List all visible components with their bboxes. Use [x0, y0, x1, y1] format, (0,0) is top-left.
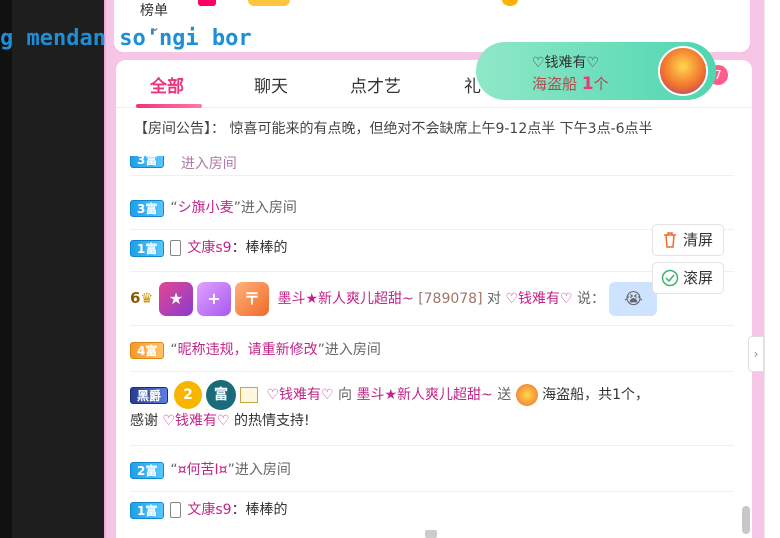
level-number: 6: [130, 289, 141, 307]
fan-badge-icon: 〒: [235, 282, 269, 316]
tab-talent[interactable]: 点才艺: [350, 72, 401, 97]
auto-scroll-button[interactable]: 滚屏: [652, 262, 724, 294]
gift-notification-bubble[interactable]: ♡钱难有♡ 海盗船 1个: [476, 42, 716, 100]
wealth-level-badge: 1富: [130, 239, 165, 257]
chevron-right-icon[interactable]: ›: [748, 336, 764, 372]
gift-sender-name: ♡钱难有♡: [532, 55, 600, 71]
room-notice: 【房间公告】： 惊喜可能来的有点晚，但绝对不会缺席上午9-12点半 下午3点-6…: [134, 121, 653, 137]
list-item: 2富 “¤何苦I¤”进入房间: [130, 456, 734, 492]
scrolling-banner-text: g mendan so'ngi bor: [0, 26, 252, 51]
list-item: 1富 文康s9：棒棒的: [130, 496, 734, 532]
wealth-level-badge: 1富: [130, 501, 165, 519]
list-item: 3富 进入房间: [130, 156, 734, 176]
pirate-ship-gift-icon: [515, 384, 538, 406]
partial-entry-text: 进入房间: [180, 156, 237, 172]
star-badge-icon: ★: [159, 282, 193, 316]
sender-nickname[interactable]: ♡钱难有♡: [162, 413, 229, 429]
user-nickname[interactable]: 墨斗★新人爽儿超甜~: [277, 291, 413, 307]
active-tab-indicator: [136, 104, 202, 108]
trash-icon: [664, 232, 676, 248]
page: 榜单 ⌄ g mendan so'ngi bor 全部 聊天 点才艺 礼 7 【…: [0, 0, 780, 538]
chat-panel: 全部 聊天 点才艺 礼 7 【房间公告】： 惊喜可能来的有点晚，但绝对不会缺席上…: [116, 60, 752, 538]
rank-label[interactable]: 榜单: [140, 0, 168, 20]
coin-icon: [502, 0, 518, 6]
user-id: [789078]: [418, 291, 483, 307]
chat-scrollbar[interactable]: [742, 506, 750, 534]
list-item: 4富 “昵称违规，请重新修改”进入房间: [130, 336, 734, 372]
user-nickname[interactable]: 文康s9: [187, 502, 231, 518]
user-nickname[interactable]: シ旗小麦: [178, 200, 234, 216]
list-item: 6♛ ★ + 〒 墨斗★新人爽儿超甜~ [789078] 对 ♡钱难有♡ 说： 😭: [130, 274, 734, 326]
crown-icon: ♛: [140, 291, 153, 307]
user-nickname[interactable]: ¤何苦I¤: [178, 462, 228, 478]
vip-badge: 黑爵: [130, 386, 169, 404]
guard-badge-icon: +: [197, 282, 231, 316]
list-item: 黑爵 2 富 ♡钱难有♡ 向 墨斗★新人爽儿超甜~ 送 海盗船，共1个， 感谢 ♡钱…: [130, 376, 734, 446]
list-item: 1富 文康s9：棒棒的: [130, 234, 734, 272]
wealth-level-badge: 3富: [130, 156, 165, 168]
check-circle-icon: [661, 269, 679, 287]
drag-handle-icon[interactable]: [425, 530, 437, 538]
wealth-level-badge: 2富: [130, 461, 165, 479]
sender-nickname[interactable]: ♡钱难有♡: [266, 387, 333, 403]
wealth-medal-icon: 富: [206, 380, 237, 410]
pink-badge-icon: [198, 0, 216, 6]
gold-badge-icon: [248, 0, 290, 6]
phone-icon: [170, 502, 182, 518]
pirate-ship-gift-icon: [658, 46, 708, 96]
tab-chat[interactable]: 聊天: [254, 72, 288, 97]
clear-screen-button[interactable]: 清屏: [652, 224, 724, 256]
wealth-level-badge: 3富: [130, 199, 165, 217]
gift-summary: 海盗船 1个: [532, 74, 609, 94]
wealth-level-badge: 4富: [130, 341, 165, 359]
left-dark-panel: [0, 0, 110, 538]
target-nickname[interactable]: ♡钱难有♡: [505, 291, 572, 307]
list-item: 3富 “シ旗小麦”进入房间: [130, 194, 734, 230]
user-nickname[interactable]: 昵称违规，请重新修改: [178, 342, 318, 358]
right-side-panel: [764, 0, 780, 538]
user-card-icon: [240, 387, 259, 403]
receiver-nickname[interactable]: 墨斗★新人爽儿超甜~: [356, 387, 492, 403]
rank-number-badge: 2: [174, 381, 203, 409]
user-nickname[interactable]: 文康s9: [187, 240, 231, 256]
crying-emoji-icon: 😭: [609, 282, 658, 316]
phone-icon: [170, 240, 182, 256]
tab-all[interactable]: 全部: [150, 72, 184, 97]
